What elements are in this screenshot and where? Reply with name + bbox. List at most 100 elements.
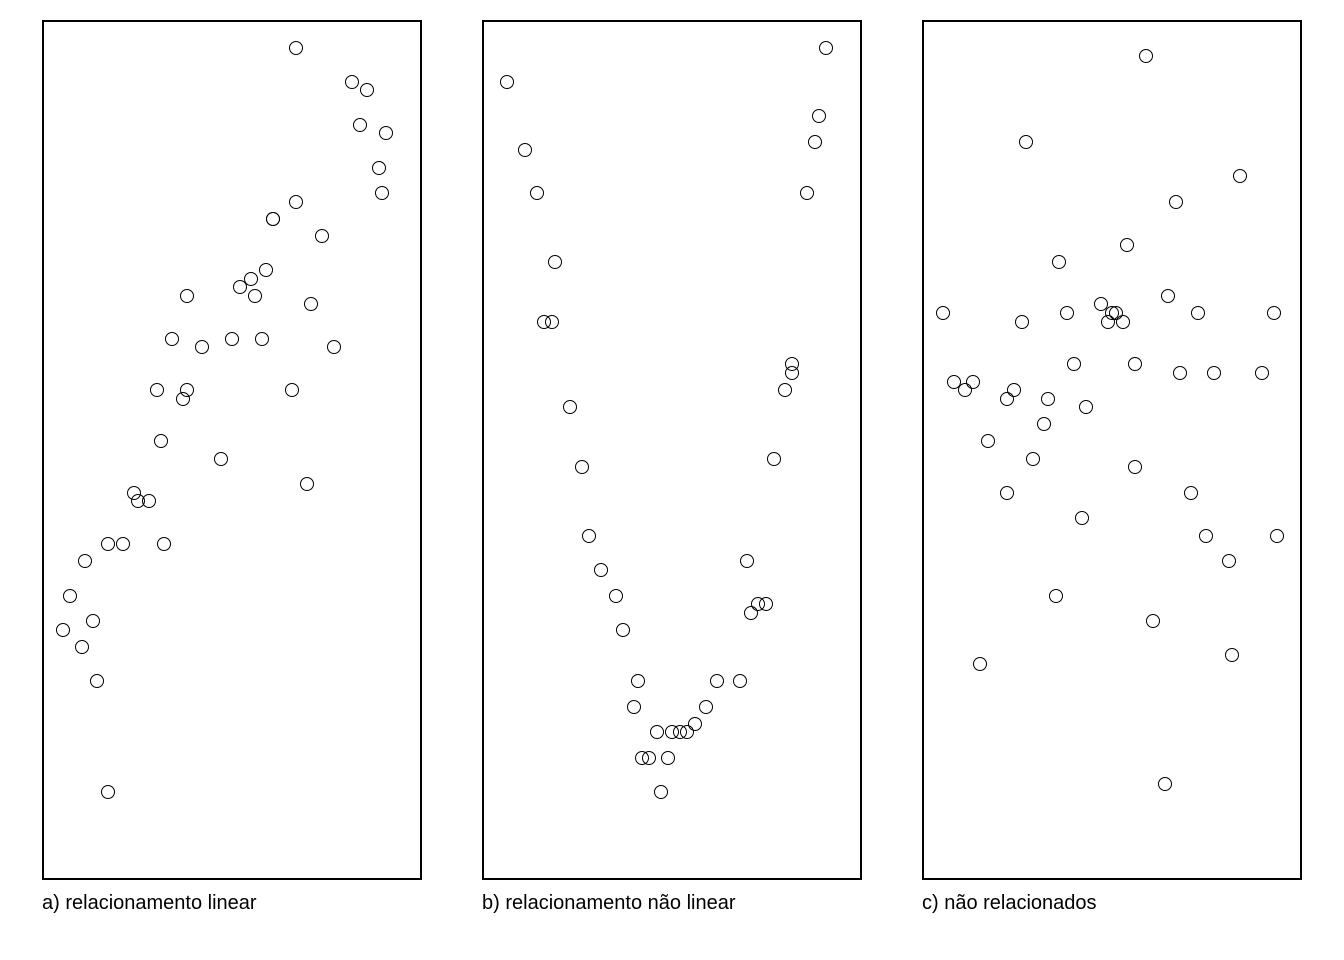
data-point [609,589,623,603]
data-point [650,725,664,739]
data-point [180,289,194,303]
data-point [90,674,104,688]
data-point [654,785,668,799]
data-point [1222,554,1236,568]
data-point [248,289,262,303]
data-point [631,674,645,688]
data-point [225,332,239,346]
data-point [661,751,675,765]
data-point [195,340,209,354]
data-point [78,554,92,568]
data-point [1169,195,1183,209]
data-point [372,161,386,175]
caption-c: c) não relacionados [922,892,1302,915]
data-point [819,41,833,55]
data-point [1128,460,1142,474]
chart-box-b [482,20,862,880]
data-point [327,340,341,354]
data-point [154,434,168,448]
data-point [345,75,359,89]
data-point [582,529,596,543]
data-point [360,83,374,97]
data-point [973,657,987,671]
data-point [379,126,393,140]
data-point [1049,589,1063,603]
data-point [266,212,280,226]
data-point [545,315,559,329]
data-point [86,614,100,628]
data-point [966,375,980,389]
data-point [594,563,608,577]
data-point [259,263,273,277]
data-point [1207,366,1221,380]
data-point [157,537,171,551]
data-point [1000,486,1014,500]
data-point [808,135,822,149]
data-point [1116,315,1130,329]
data-point [63,589,77,603]
data-point [575,460,589,474]
data-point [1015,315,1029,329]
data-point [1270,529,1284,543]
data-point [616,623,630,637]
data-point [1007,383,1021,397]
data-point [548,255,562,269]
data-point [759,597,773,611]
charts-container: a) relacionamento linear b) relacionamen… [20,20,1324,915]
data-point [563,400,577,414]
data-point [255,332,269,346]
data-point [767,452,781,466]
data-point [289,41,303,55]
data-point [1158,777,1172,791]
data-point [530,186,544,200]
data-point [1019,135,1033,149]
data-point [150,383,164,397]
data-point [300,477,314,491]
data-point [688,717,702,731]
panel-c: c) não relacionados [922,20,1302,915]
data-point [1075,511,1089,525]
data-point [315,229,329,243]
data-point [75,640,89,654]
data-point [936,306,950,320]
data-point [1052,255,1066,269]
data-point [981,434,995,448]
data-point [289,195,303,209]
data-point [1139,49,1153,63]
data-point [1067,357,1081,371]
data-point [1128,357,1142,371]
data-point [1026,452,1040,466]
data-point [1079,400,1093,414]
data-point [1184,486,1198,500]
panel-b: b) relacionamento não linear [482,20,862,915]
data-point [101,785,115,799]
data-point [304,297,318,311]
chart-box-a [42,20,422,880]
data-point [699,700,713,714]
data-point [1120,238,1134,252]
data-point [1233,169,1247,183]
data-point [1173,366,1187,380]
data-point [500,75,514,89]
data-point [180,383,194,397]
data-point [740,554,754,568]
panel-a: a) relacionamento linear [42,20,422,915]
data-point [642,751,656,765]
data-point [1225,648,1239,662]
data-point [627,700,641,714]
data-point [800,186,814,200]
data-point [1161,289,1175,303]
data-point [116,537,130,551]
data-point [710,674,724,688]
data-point [165,332,179,346]
data-point [285,383,299,397]
caption-b: b) relacionamento não linear [482,892,862,915]
data-point [142,494,156,508]
caption-a: a) relacionamento linear [42,892,422,915]
data-point [1199,529,1213,543]
data-point [1037,417,1051,431]
data-point [375,186,389,200]
data-point [1060,306,1074,320]
data-point [1267,306,1281,320]
data-point [353,118,367,132]
